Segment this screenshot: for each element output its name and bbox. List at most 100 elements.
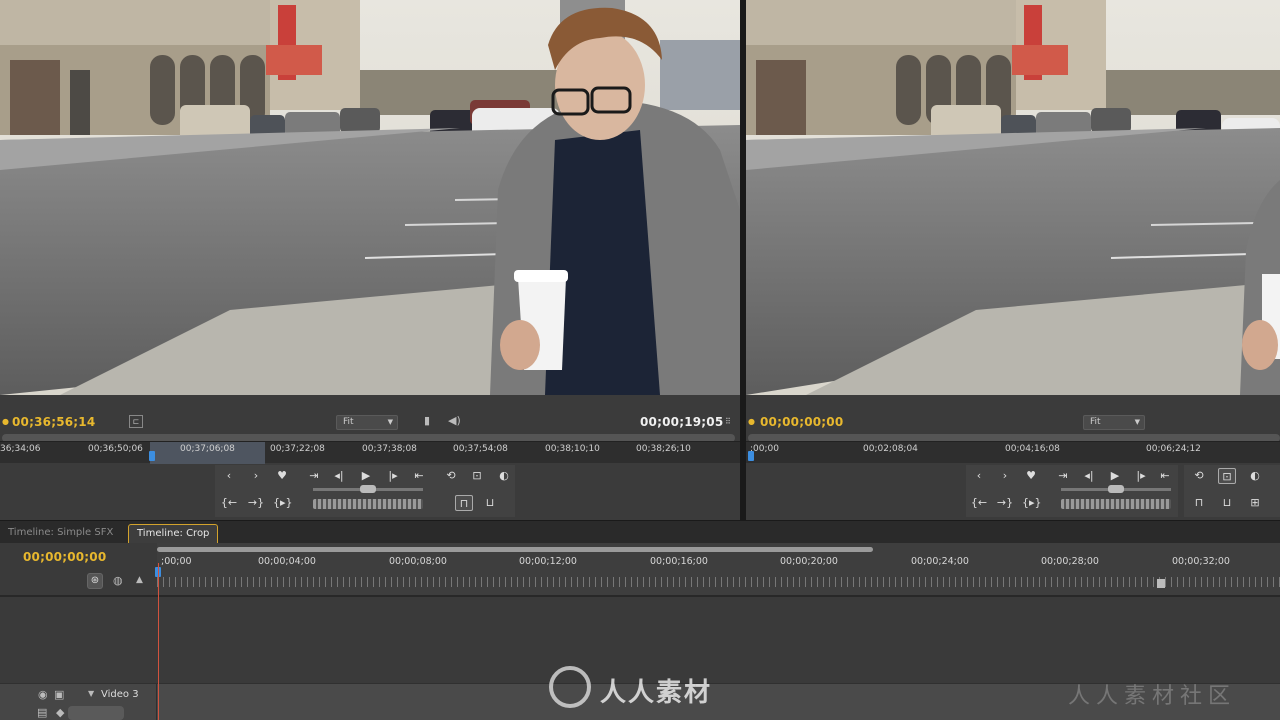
track-name: Video 3 [101, 689, 139, 700]
ruler-label: 00;37;06;08 [180, 444, 235, 454]
step-back-icon[interactable]: ◂| [330, 468, 348, 484]
program-timecode[interactable]: 00;00;00;00 [760, 415, 843, 429]
lock-track-icon[interactable]: ▣ [54, 688, 64, 701]
program-video-frame [746, 0, 1280, 395]
program-monitor-panel: ● 00;00;00;00 Fit ▼ ;00;00 00;02;08;04 0… [746, 395, 1280, 520]
play-icon[interactable]: ▶ [357, 468, 375, 484]
tab-simple-sfx[interactable]: Timeline: Simple SFX [0, 524, 121, 544]
program-playhead[interactable] [748, 451, 754, 461]
mark-in-icon[interactable]: ‹ [220, 468, 238, 484]
set-marker-icon[interactable]: ◍ [113, 574, 123, 587]
loop-icon[interactable]: ⟲ [1190, 468, 1208, 484]
lock-icon[interactable]: ▲ [136, 575, 143, 585]
ruler-label: 00;00;16;00 [650, 556, 708, 567]
play-icon[interactable]: ▶ [1106, 468, 1124, 484]
expand-triangle-icon[interactable]: ▼ [88, 689, 94, 698]
go-to-in-icon[interactable]: ⇥ [1054, 468, 1072, 484]
loop-icon[interactable]: ⟲ [442, 468, 460, 484]
output-icon[interactable]: ◐ [1246, 468, 1264, 484]
chevron-down-icon: ▼ [1134, 418, 1140, 426]
jog-disk[interactable] [313, 499, 423, 509]
watermark-brand: 人人素材 [600, 678, 713, 708]
ruler-label: 00;37;38;08 [362, 444, 417, 454]
extract-icon[interactable]: ⊔ [1218, 495, 1236, 511]
source-zoom-select[interactable]: Fit ▼ [336, 415, 398, 430]
go-to-out-icon[interactable]: ⇤ [1156, 468, 1174, 484]
mark-out-icon[interactable]: › [996, 468, 1014, 484]
source-transport-controls: ‹ › ♥ ⇥ ◂| ▶ |▸ ⇤ ⟲ ⊡ ◐ {← →} {▸} ⊓ ⊔ [215, 465, 515, 517]
watermark-corner: 人人素材社区 [1068, 684, 1237, 709]
safe-margin-icon[interactable]: ⊏ [129, 415, 143, 428]
timeline-tab-bar: Timeline: Simple SFX Timeline: Crop [0, 520, 1280, 544]
program-monitor-video[interactable] [746, 0, 1280, 395]
go-to-out-icon[interactable]: ⇤ [410, 468, 428, 484]
film-icon[interactable]: ▮ [424, 414, 430, 427]
ruler-label: ;00;00 [750, 444, 779, 454]
ruler-label: 00;00;24;00 [911, 556, 969, 567]
work-area-end-handle[interactable] [1157, 579, 1165, 588]
work-area-bar[interactable] [157, 547, 873, 552]
go-to-in-icon[interactable]: ⇥ [305, 468, 323, 484]
ruler-label: 00;06;24;12 [1146, 444, 1201, 454]
premiere-workspace: ● 00;36;56;14 ⊏ Fit ▼ ▮ ◀) 00;00;19;05 ⠿… [0, 0, 1280, 720]
ruler-ticks [157, 577, 1280, 587]
step-forward-icon[interactable]: |▸ [384, 468, 402, 484]
watermark-logo-icon [549, 666, 591, 708]
play-in-to-out-icon[interactable]: {▸} [273, 495, 293, 511]
grip-icon[interactable]: ⠿ [725, 417, 731, 426]
tab-crop[interactable]: Timeline: Crop [128, 524, 219, 544]
marker-dot-icon: ● [748, 417, 755, 426]
display-style-icon[interactable]: ▤ [37, 706, 47, 719]
program-zoom-value: Fit [1090, 417, 1101, 427]
output-icon[interactable]: ◐ [495, 468, 513, 484]
play-in-to-out-icon[interactable]: {▸} [1022, 495, 1042, 511]
jog-disk[interactable] [1061, 499, 1171, 509]
source-monitor-video[interactable] [0, 0, 740, 395]
step-forward-icon[interactable]: |▸ [1132, 468, 1150, 484]
safe-margins-icon[interactable]: ⊡ [1218, 468, 1236, 484]
source-time-ruler[interactable]: 36;34;06 00;36;50;06 00;37;06;08 00;37;2… [0, 441, 740, 464]
overlay-icon[interactable]: ⊔ [481, 495, 499, 511]
program-transport-controls: ‹ › ♥ ⇥ ◂| ▶ |▸ ⇤ {← →} {▸} [966, 465, 1178, 517]
shuttle-slider[interactable] [1061, 485, 1171, 493]
program-time-ruler[interactable]: ;00;00 00;02;08;04 00;04;16;08 00;06;24;… [746, 441, 1280, 463]
ruler-label: 00;04;16;08 [1005, 444, 1060, 454]
shuttle-slider[interactable] [313, 485, 423, 493]
empty-track-area[interactable] [157, 597, 1280, 683]
timeline-timecode[interactable]: 00;00;00;00 [23, 550, 106, 564]
ruler-label: 00;37;54;08 [453, 444, 508, 454]
eye-icon[interactable]: ◉ [38, 688, 48, 701]
ruler-label: 00;00;28;00 [1041, 556, 1099, 567]
go-to-prev-marker-icon[interactable]: {← [220, 495, 238, 511]
snap-icon[interactable]: ⊛ [87, 573, 103, 589]
program-extra-controls: ⟲ ⊡ ◐ ⊓ ⊔ ⊞ [1184, 465, 1280, 517]
mark-out-icon[interactable]: › [247, 468, 265, 484]
speaker-icon[interactable]: ◀) [448, 414, 461, 427]
keyframe-icon[interactable]: ◆ [56, 706, 64, 719]
program-zoom-select[interactable]: Fit ▼ [1083, 415, 1145, 430]
lift-icon[interactable]: ⊓ [1190, 495, 1208, 511]
source-duration: 00;00;19;05 [640, 415, 724, 429]
go-to-next-marker-icon[interactable]: →} [996, 495, 1014, 511]
set-marker-icon[interactable]: ♥ [273, 468, 291, 484]
step-back-icon[interactable]: ◂| [1080, 468, 1098, 484]
shuttle-knob[interactable] [360, 485, 376, 493]
chevron-down-icon: ▼ [387, 418, 393, 426]
ruler-label: 00;00;08;00 [389, 556, 447, 567]
go-to-next-marker-icon[interactable]: →} [247, 495, 265, 511]
go-to-prev-marker-icon[interactable]: {← [970, 495, 988, 511]
track-header-video-3: ◉ ▣ ▼ Video 3 ▤ ◆ [0, 684, 157, 720]
marker-dot-icon: ● [2, 417, 9, 426]
set-marker-icon[interactable]: ♥ [1022, 468, 1040, 484]
insert-icon[interactable]: ⊓ [455, 495, 473, 511]
mark-in-icon[interactable]: ‹ [970, 468, 988, 484]
shuttle-knob[interactable] [1108, 485, 1124, 493]
safe-margins-icon[interactable]: ⊡ [468, 468, 486, 484]
source-timecode[interactable]: 00;36;56;14 [12, 415, 95, 429]
trim-icon[interactable]: ⊞ [1246, 495, 1264, 511]
ruler-label: 00;00;04;00 [258, 556, 316, 567]
track-keyframe-field[interactable] [68, 706, 124, 720]
timeline-ruler[interactable]: ;00;00 00;00;04;00 00;00;08;00 00;00;12;… [155, 543, 1280, 595]
source-playhead[interactable] [149, 451, 155, 461]
timeline-header: 00;00;00;00 ⊛ ◍ ▲ [0, 543, 157, 595]
